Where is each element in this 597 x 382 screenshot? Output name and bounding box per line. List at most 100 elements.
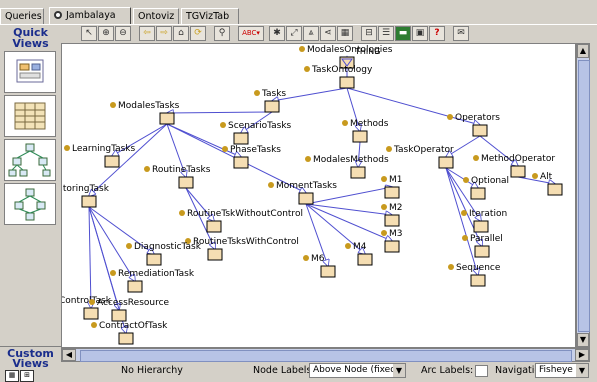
node-box[interactable] <box>127 280 143 293</box>
graph-node[interactable]: M6 <box>303 254 336 278</box>
back-icon[interactable]: ⇦ <box>139 26 155 41</box>
node-box[interactable] <box>264 100 280 113</box>
graph-node[interactable]: ModalesMethods <box>305 155 389 179</box>
graph-node[interactable]: M4 <box>345 242 373 266</box>
quick-view-table-icon[interactable] <box>4 95 56 137</box>
graph-node[interactable]: AccessResource <box>89 298 170 322</box>
node-box[interactable] <box>510 165 526 178</box>
grid-layout-icon[interactable]: ▦ <box>337 26 353 41</box>
graph-node[interactable]: DiagnosticTask <box>126 242 202 266</box>
vertical-scroll-thumb[interactable] <box>578 60 590 332</box>
quick-view-network-icon[interactable] <box>4 183 56 225</box>
node-box[interactable] <box>474 245 490 258</box>
load-view-icon[interactable]: ⊞ <box>20 370 34 382</box>
tab-ontoviz[interactable]: Ontoviz <box>133 8 179 24</box>
node-box[interactable] <box>350 166 366 179</box>
tab-jambalaya[interactable]: Jambalaya <box>49 7 131 25</box>
binoculars-icon[interactable]: ⚲ <box>214 26 230 41</box>
node-box[interactable] <box>357 253 373 266</box>
quick-view-class-icon[interactable] <box>4 51 56 93</box>
graph-node[interactable]: M3 <box>381 229 403 253</box>
arc-labels-checkbox[interactable] <box>475 365 488 377</box>
forward-icon[interactable]: ⇨ <box>156 26 172 41</box>
node-box[interactable] <box>547 183 563 196</box>
node-box[interactable] <box>384 214 400 227</box>
node-box[interactable] <box>104 155 120 168</box>
graph-node[interactable]: M1 <box>381 175 403 199</box>
graph-node[interactable]: Tasks <box>254 89 286 113</box>
node-box[interactable] <box>352 130 368 143</box>
graph-node[interactable]: PhaseTasks <box>222 145 281 169</box>
zoom-out-icon[interactable]: ⊖ <box>115 26 131 41</box>
scroll-left-icon[interactable]: ◀ <box>62 349 76 361</box>
horizontal-scrollbar[interactable]: ◀ ▶ <box>61 348 590 362</box>
graph-node[interactable]: TutoringTask <box>62 184 110 208</box>
node-box[interactable] <box>298 192 314 205</box>
graph-node[interactable]: ModalesTasks <box>110 101 180 125</box>
node-box[interactable] <box>206 220 222 233</box>
node-box[interactable] <box>470 187 486 200</box>
graph-node[interactable]: Parallel <box>462 234 503 258</box>
node-box[interactable] <box>384 240 400 253</box>
graph-node[interactable]: RoutineTskWithoutControl <box>179 209 303 233</box>
scroll-right-icon[interactable]: ▶ <box>575 349 589 361</box>
node-labels-select[interactable]: Above Node (fixed) ▼ <box>309 363 406 378</box>
arrow-select-icon[interactable]: ↖ <box>81 26 97 41</box>
help-icon[interactable]: ? <box>429 26 445 41</box>
node-box[interactable] <box>118 332 134 345</box>
mail-icon[interactable]: ✉ <box>453 26 469 41</box>
abc-dropdown-icon[interactable]: ABC▾ <box>238 26 264 41</box>
node-box[interactable] <box>473 220 489 233</box>
quick-view-tree-icon[interactable] <box>4 139 56 181</box>
node-box[interactable] <box>233 132 249 145</box>
graph-node[interactable]: Methods <box>342 119 389 143</box>
navigation-select[interactable]: Fisheye ▼ <box>535 363 589 378</box>
node-box[interactable] <box>111 309 127 322</box>
scroll-down-icon[interactable]: ▼ <box>577 333 589 347</box>
filter-icon[interactable]: ⊟ <box>361 26 377 41</box>
graph-canvas[interactable]: ModalesOntologies TaskOntology Tasks Modale… <box>61 43 576 348</box>
graph-node[interactable]: Sequence <box>448 263 501 287</box>
horizontal-scroll-thumb[interactable] <box>80 350 572 362</box>
node-box[interactable] <box>146 253 162 266</box>
ontology-graph[interactable]: ModalesOntologiesTaskOntologyTasksModale… <box>62 44 575 347</box>
graph-node[interactable]: TaskOntology <box>304 65 373 89</box>
arc-types-icon[interactable]: ▬ <box>395 26 411 41</box>
tab-queries[interactable]: Queries <box>0 8 44 24</box>
node-box[interactable] <box>470 274 486 287</box>
horizontal-tree-icon[interactable]: ⋖ <box>320 26 336 41</box>
home-icon[interactable]: ⌂ <box>173 26 189 41</box>
graph-node[interactable]: MomentTasks <box>268 181 337 205</box>
graph-node[interactable]: ScenarioTasks <box>220 121 292 145</box>
graph-node[interactable]: ContractOfTask <box>91 321 168 345</box>
tree-layout-icon[interactable]: ⩓ <box>303 26 319 41</box>
graph-node[interactable]: Iteration <box>461 209 507 233</box>
spring-layout-icon[interactable]: ⤢ <box>286 26 302 41</box>
node-box[interactable] <box>159 112 175 125</box>
node-box[interactable] <box>339 76 355 89</box>
vertical-scrollbar[interactable]: ▲ ▼ <box>576 43 590 348</box>
save-view-icon[interactable]: ▦ <box>5 370 19 382</box>
node-box[interactable] <box>320 265 336 278</box>
zoom-in-icon[interactable]: ⊕ <box>98 26 114 41</box>
node-types-icon[interactable]: ☰ <box>378 26 394 41</box>
node-box[interactable] <box>81 195 97 208</box>
graph-node[interactable]: Optional <box>463 176 509 200</box>
node-box[interactable] <box>207 248 223 261</box>
graph-node[interactable]: RemediationTask <box>110 269 195 293</box>
node-box[interactable] <box>472 124 488 137</box>
node-box[interactable] <box>83 307 99 320</box>
node-box[interactable] <box>178 176 194 189</box>
graph-node[interactable]: RoutineTsksWithControl <box>185 237 299 261</box>
scroll-up-icon[interactable]: ▲ <box>577 44 589 58</box>
graph-node[interactable]: RoutineTasks <box>144 165 211 189</box>
display-options-icon[interactable]: ▣ <box>412 26 428 41</box>
graph-node[interactable]: Operators <box>447 113 500 137</box>
graph-node[interactable]: TaskOperator <box>386 145 454 169</box>
node-box[interactable] <box>438 156 454 169</box>
refresh-icon[interactable]: ⟳ <box>190 26 206 41</box>
radial-layout-icon[interactable]: ✱ <box>269 26 285 41</box>
node-box[interactable] <box>233 156 249 169</box>
node-box[interactable] <box>384 186 400 199</box>
graph-node[interactable]: Alt <box>532 172 563 196</box>
